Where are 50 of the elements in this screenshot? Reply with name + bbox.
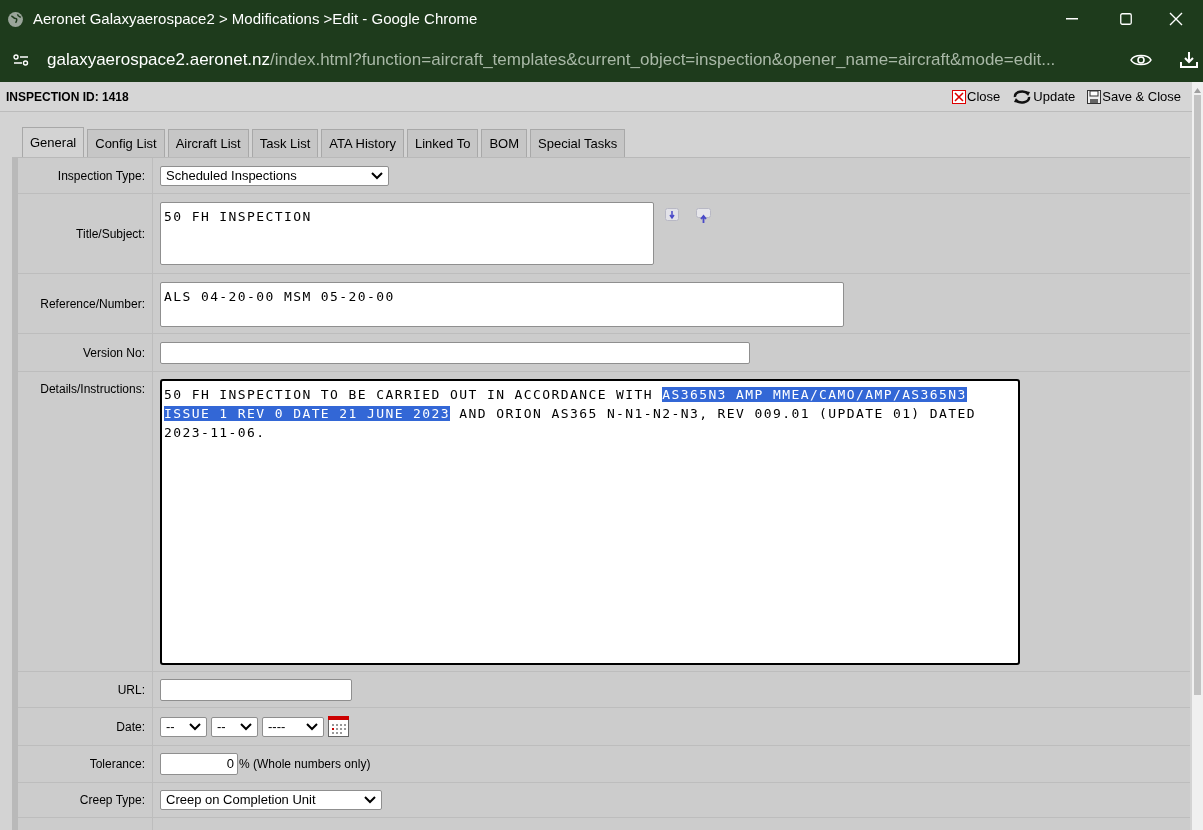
tolerance-input[interactable]: 0 — [160, 753, 238, 775]
tab[interactable]: ATA History — [321, 129, 404, 157]
reference-textarea[interactable]: ALS 04-20-00 MSM 05-20-00 — [160, 282, 844, 327]
month-dropdown[interactable]: -- — [211, 716, 258, 737]
field-label: URL: — [117, 681, 145, 699]
tab[interactable]: Linked To — [406, 129, 479, 157]
field-label: Tolerance: — [89, 756, 145, 773]
close-icon — [1169, 12, 1183, 26]
chevron-down-icon — [371, 171, 383, 180]
maximize-icon — [1120, 13, 1132, 25]
url-input[interactable] — [160, 678, 352, 701]
scrollbar[interactable] — [1192, 82, 1203, 830]
update-link[interactable]: Update — [1012, 86, 1076, 107]
close-icon — [952, 89, 967, 104]
minimize-icon — [1066, 18, 1078, 20]
move-up-icon[interactable] — [696, 208, 711, 224]
download-icon[interactable] — [1179, 50, 1199, 70]
refresh-icon — [1012, 89, 1033, 104]
field-label: Reference/Number: — [40, 295, 145, 313]
field-label: Version No: — [82, 344, 145, 362]
creep-type-dropdown[interactable]: Creep on Completion Unit — [160, 790, 382, 810]
chevron-down-icon — [364, 796, 376, 804]
save-close-link[interactable]: Save & Close — [1087, 86, 1181, 107]
close-link[interactable]: Close — [952, 86, 1001, 107]
field-label: Title/Subject: — [76, 225, 145, 243]
inspection-type-dropdown[interactable]: Scheduled Inspections — [160, 165, 389, 186]
version-input[interactable] — [160, 341, 750, 364]
tab[interactable]: BOM — [481, 129, 527, 157]
page-title: INSPECTION ID: 1418 — [6, 88, 129, 106]
details-textarea[interactable]: 50 FH INSPECTION TO BE CARRIED OUT IN ACCORDANCE WITH AS365N3 AMP MMEA/CAMO/AMP/AS365N3 ISSUE 1 REV 0 DATE 21 JUNE 2023 AND ORION AS365 N-N1-N2-N3, REV 009.01 (UPDATE 01) DATED 2023-11-06. — [160, 379, 1020, 665]
field-label: Date: — [116, 718, 145, 736]
title-textarea[interactable]: 50 FH INSPECTION — [160, 202, 654, 265]
window-title: Aeronet Galaxyaerospace2 > Modifications >Edit - Google Chrome — [33, 8, 478, 29]
tab[interactable]: Task List — [251, 129, 319, 157]
chevron-down-icon — [189, 722, 201, 731]
chevron-down-icon — [240, 722, 252, 731]
field-label: Inspection Type: — [57, 167, 145, 185]
chevron-down-icon — [306, 722, 318, 731]
field-label: Details/Instructions: — [40, 381, 145, 398]
day-dropdown[interactable]: -- — [160, 716, 207, 737]
move-down-icon[interactable] — [665, 208, 679, 221]
tab[interactable]: Special Tasks — [530, 129, 626, 157]
globe-icon — [7, 10, 24, 28]
year-dropdown[interactable]: ---- — [262, 716, 324, 737]
tab[interactable]: Config List — [87, 129, 165, 157]
tolerance-note: % (Whole numbers only) — [239, 756, 371, 773]
calendar-icon[interactable] — [328, 716, 349, 737]
tab[interactable]: Aircraft List — [167, 129, 249, 157]
field-label: Creep Type: — [79, 792, 145, 809]
tab[interactable]: General — [22, 127, 85, 157]
